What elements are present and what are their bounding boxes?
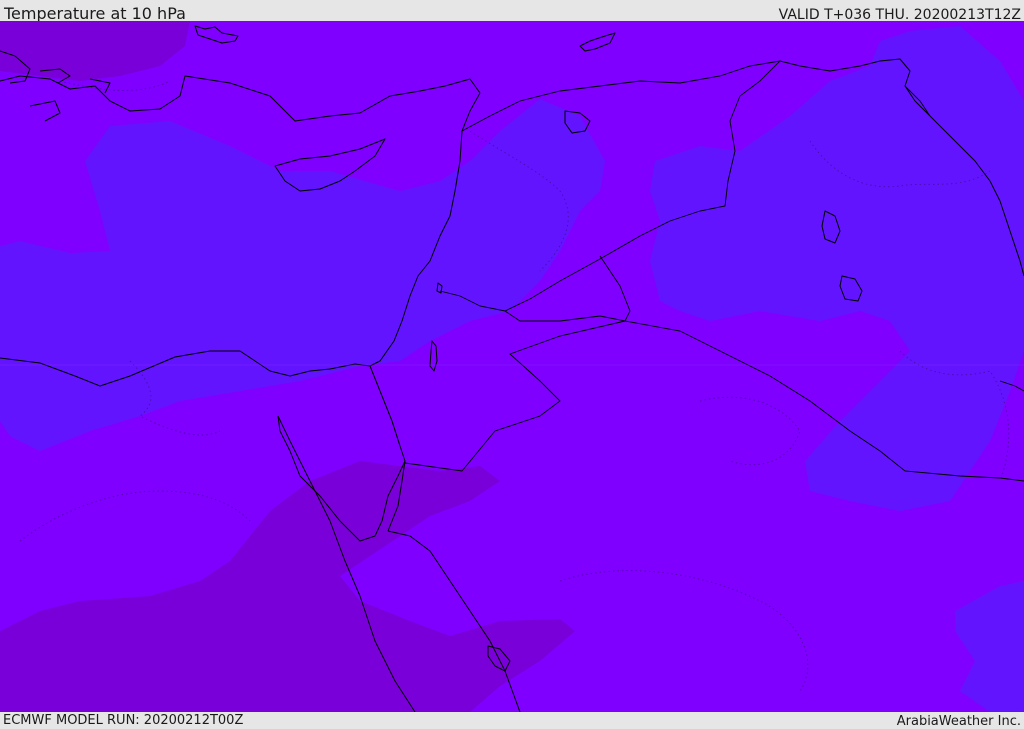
map-canvas <box>0 21 1024 712</box>
model-run-label: ECMWF MODEL RUN: 20200212T00Z <box>3 713 244 728</box>
temperature-map <box>0 21 1024 712</box>
credit-label: ArabiaWeather Inc. <box>896 714 1021 729</box>
